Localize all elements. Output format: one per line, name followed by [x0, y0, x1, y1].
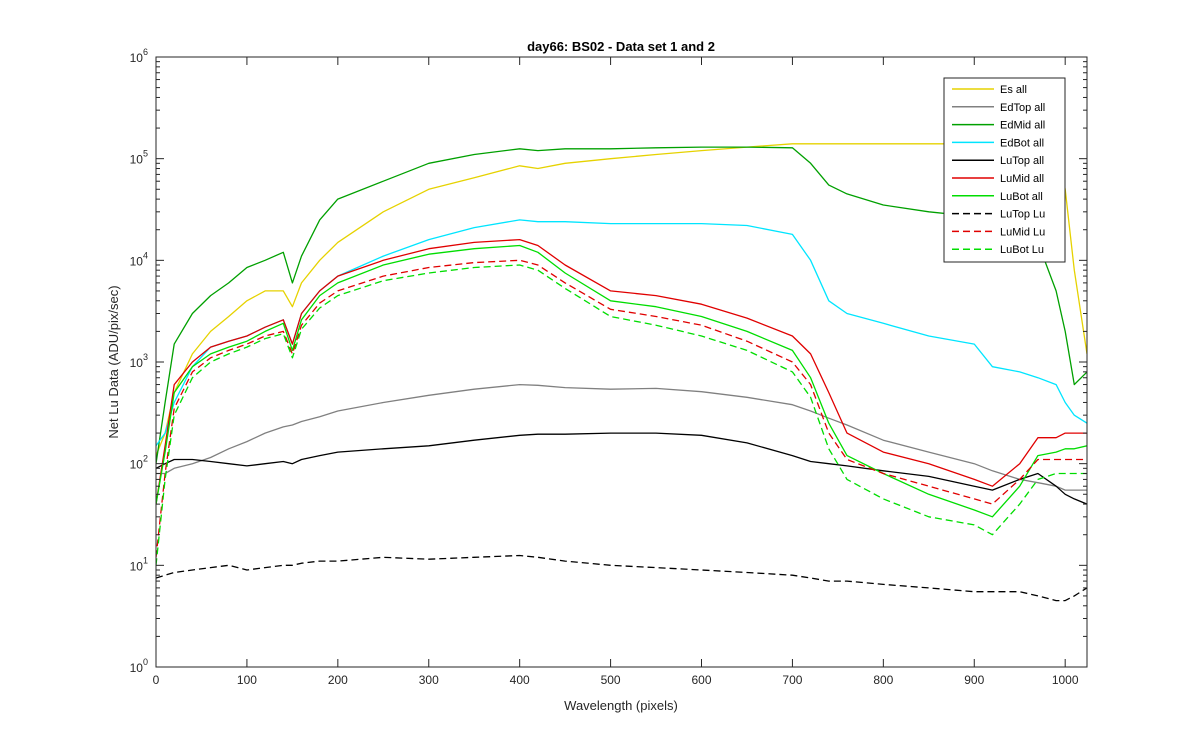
- legend-label: EdMid all: [1000, 120, 1045, 132]
- y-tick-label: 105: [130, 149, 148, 167]
- y-tick-label: 104: [130, 250, 148, 268]
- x-tick-label: 800: [873, 673, 893, 687]
- x-tick-label: 200: [328, 673, 348, 687]
- legend-label: LuMid all: [1000, 173, 1044, 185]
- y-axis-label: Net Lu Data (ADU/pix/sec): [106, 285, 121, 438]
- x-tick-label: 500: [601, 673, 621, 687]
- legend-label: Es all: [1000, 84, 1027, 96]
- y-tick-label: 103: [130, 352, 148, 370]
- legend-label: LuBot Lu: [1000, 244, 1044, 256]
- x-tick-label: 0: [153, 673, 160, 687]
- legend-label: LuTop Lu: [1000, 209, 1045, 221]
- y-tick-label: 106: [130, 47, 148, 65]
- legend-label: EdTop all: [1000, 102, 1045, 114]
- x-tick-label: 600: [691, 673, 711, 687]
- legend-label: LuMid Lu: [1000, 226, 1045, 238]
- legend: Es all EdTop all EdMid all EdBot all LuTop a…: [943, 77, 1066, 263]
- x-tick-label: 700: [782, 673, 802, 687]
- legend-label: LuTop all: [1000, 155, 1044, 167]
- x-tick-label: 400: [510, 673, 530, 687]
- y-tick-label: 101: [130, 555, 148, 573]
- x-axis-label: Wavelength (pixels): [564, 698, 678, 713]
- x-tick-label: 100: [237, 673, 257, 687]
- chart: day66: BS02 - Data set 1 and 2 0 100 200 30…: [106, 39, 1088, 713]
- x-tick-label: 1000: [1052, 673, 1079, 687]
- legend-label: EdBot all: [1000, 137, 1044, 149]
- legend-label: LuBot all: [1000, 191, 1043, 203]
- y-tick-label: 102: [130, 454, 148, 472]
- y-tick-label: 100: [130, 657, 148, 675]
- x-tick-label: 300: [419, 673, 439, 687]
- x-tick-label: 900: [964, 673, 984, 687]
- chart-title: day66: BS02 - Data set 1 and 2: [527, 39, 715, 54]
